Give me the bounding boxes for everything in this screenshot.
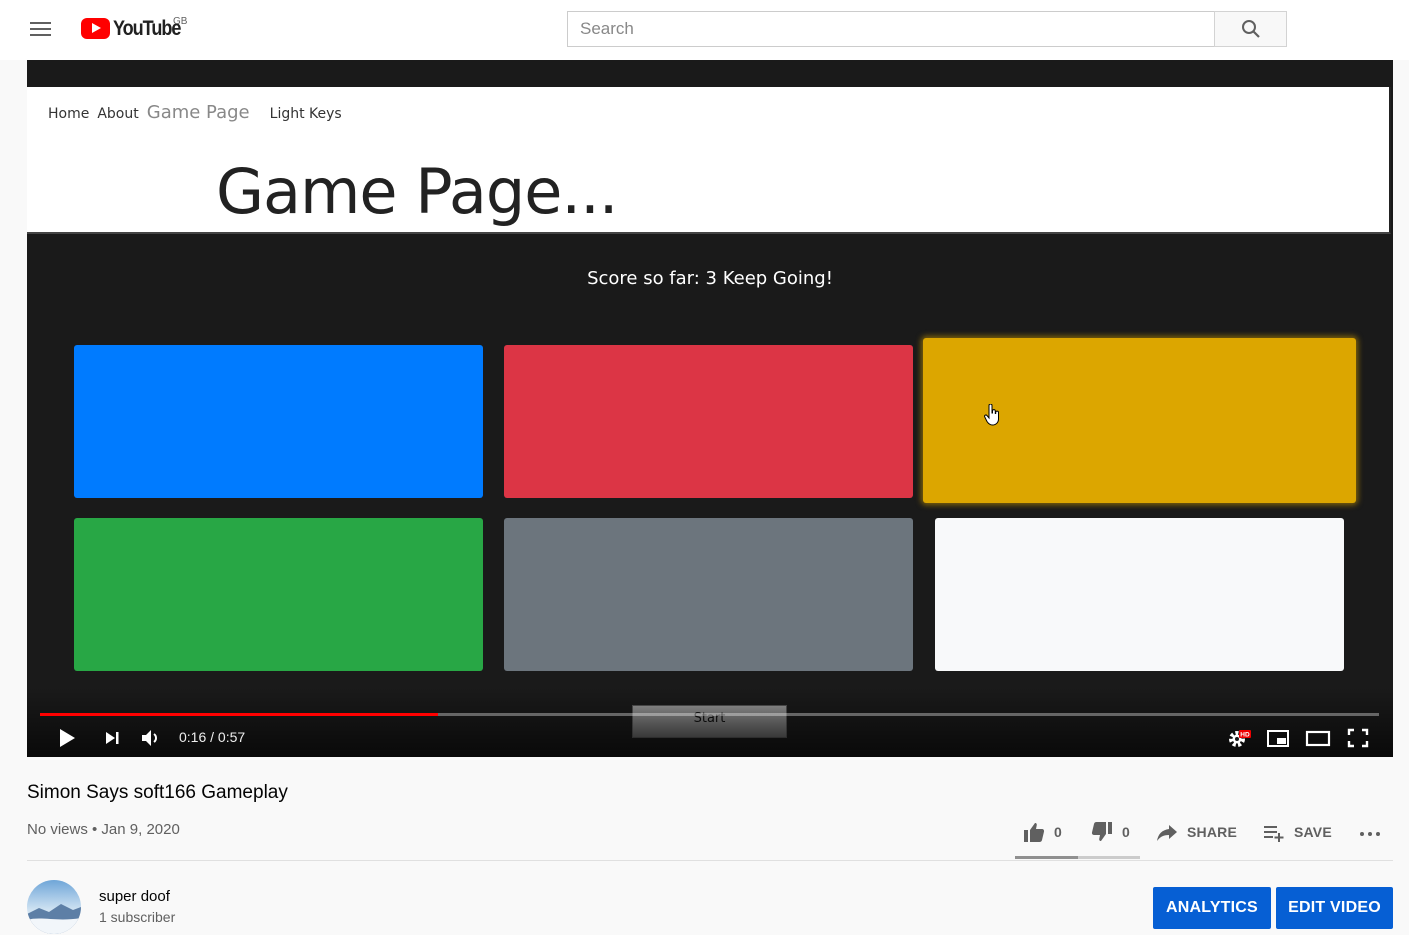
game-tile-blue (74, 345, 483, 498)
video-title: Simon Says soft166 Gameplay (27, 782, 288, 803)
subscriber-count: 1 subscriber (99, 909, 176, 925)
fullscreen-icon[interactable] (1344, 724, 1372, 752)
progress-bar[interactable] (40, 713, 1379, 716)
search-box (567, 11, 1215, 47)
channel-name[interactable]: super doof (99, 888, 170, 905)
sentiment-like-fill (1015, 856, 1078, 859)
youtube-play-icon (81, 18, 110, 39)
game-tile-green (74, 518, 483, 671)
video-meta: No views • Jan 9, 2020 (27, 821, 180, 838)
analytics-button[interactable]: ANALYTICS (1153, 887, 1271, 929)
channel-avatar[interactable] (27, 880, 81, 934)
site-nav: Home About Game Page Light Keys (48, 102, 350, 123)
embedded-site-header: Home About Game Page Light Keys Game Pag… (27, 87, 1391, 234)
player-controls: 0:16 / 0:57 HD (27, 720, 1393, 757)
site-nav-about: About (97, 106, 139, 122)
search-input[interactable] (568, 12, 1214, 46)
playlist-add-icon (1264, 826, 1284, 842)
hand-cursor-icon (984, 404, 999, 426)
score-text: Score so far: 3 Keep Going! (587, 268, 833, 289)
share-label: SHARE (1187, 824, 1238, 840)
theater-mode-icon[interactable] (1304, 724, 1332, 752)
like-button[interactable]: 0 (1022, 818, 1062, 846)
play-icon[interactable] (52, 724, 80, 752)
menu-icon[interactable] (26, 16, 54, 44)
volume-icon[interactable] (136, 724, 164, 752)
game-tile-red (504, 345, 913, 498)
settings-gear-icon[interactable]: HD (1224, 724, 1252, 752)
youtube-logo[interactable]: YouTube GB (81, 16, 191, 41)
search-icon (1242, 20, 1260, 38)
divider (27, 860, 1393, 861)
thumbs-down-icon (1091, 822, 1112, 841)
more-horizontal-icon (1360, 832, 1380, 836)
site-nav-light-keys: Light Keys (269, 106, 342, 122)
share-arrow-icon (1157, 825, 1177, 841)
video-player[interactable]: Home About Game Page Light Keys Game Pag… (27, 60, 1393, 757)
thumbs-up-icon (1024, 823, 1045, 842)
save-button[interactable]: SAVE (1262, 818, 1332, 846)
dislike-button[interactable]: 0 (1090, 818, 1130, 846)
sentiment-bar (1015, 856, 1140, 859)
miniplayer-icon[interactable] (1264, 724, 1292, 752)
site-nav-game-page: Game Page (146, 102, 250, 123)
time-display: 0:16 / 0:57 (179, 729, 246, 745)
search-button[interactable] (1214, 11, 1287, 47)
avatar-image (27, 880, 81, 934)
masthead: YouTube GB (0, 0, 1409, 60)
hd-badge: HD (1240, 732, 1250, 739)
like-count: 0 (1054, 824, 1062, 840)
site-heading: Game Page... (216, 155, 619, 228)
edit-video-button[interactable]: EDIT VIDEO (1276, 887, 1393, 929)
logo-wordmark: YouTube (113, 17, 181, 40)
share-button[interactable]: SHARE (1155, 818, 1237, 846)
region-code: GB (173, 16, 188, 27)
progress-played (40, 713, 438, 716)
dislike-count: 0 (1122, 824, 1130, 840)
game-tile-gray (504, 518, 913, 671)
game-tile-white (935, 518, 1344, 671)
next-icon[interactable] (98, 724, 126, 752)
site-nav-home: Home (48, 106, 90, 122)
more-actions-button[interactable] (1358, 818, 1382, 846)
save-label: SAVE (1294, 824, 1332, 840)
